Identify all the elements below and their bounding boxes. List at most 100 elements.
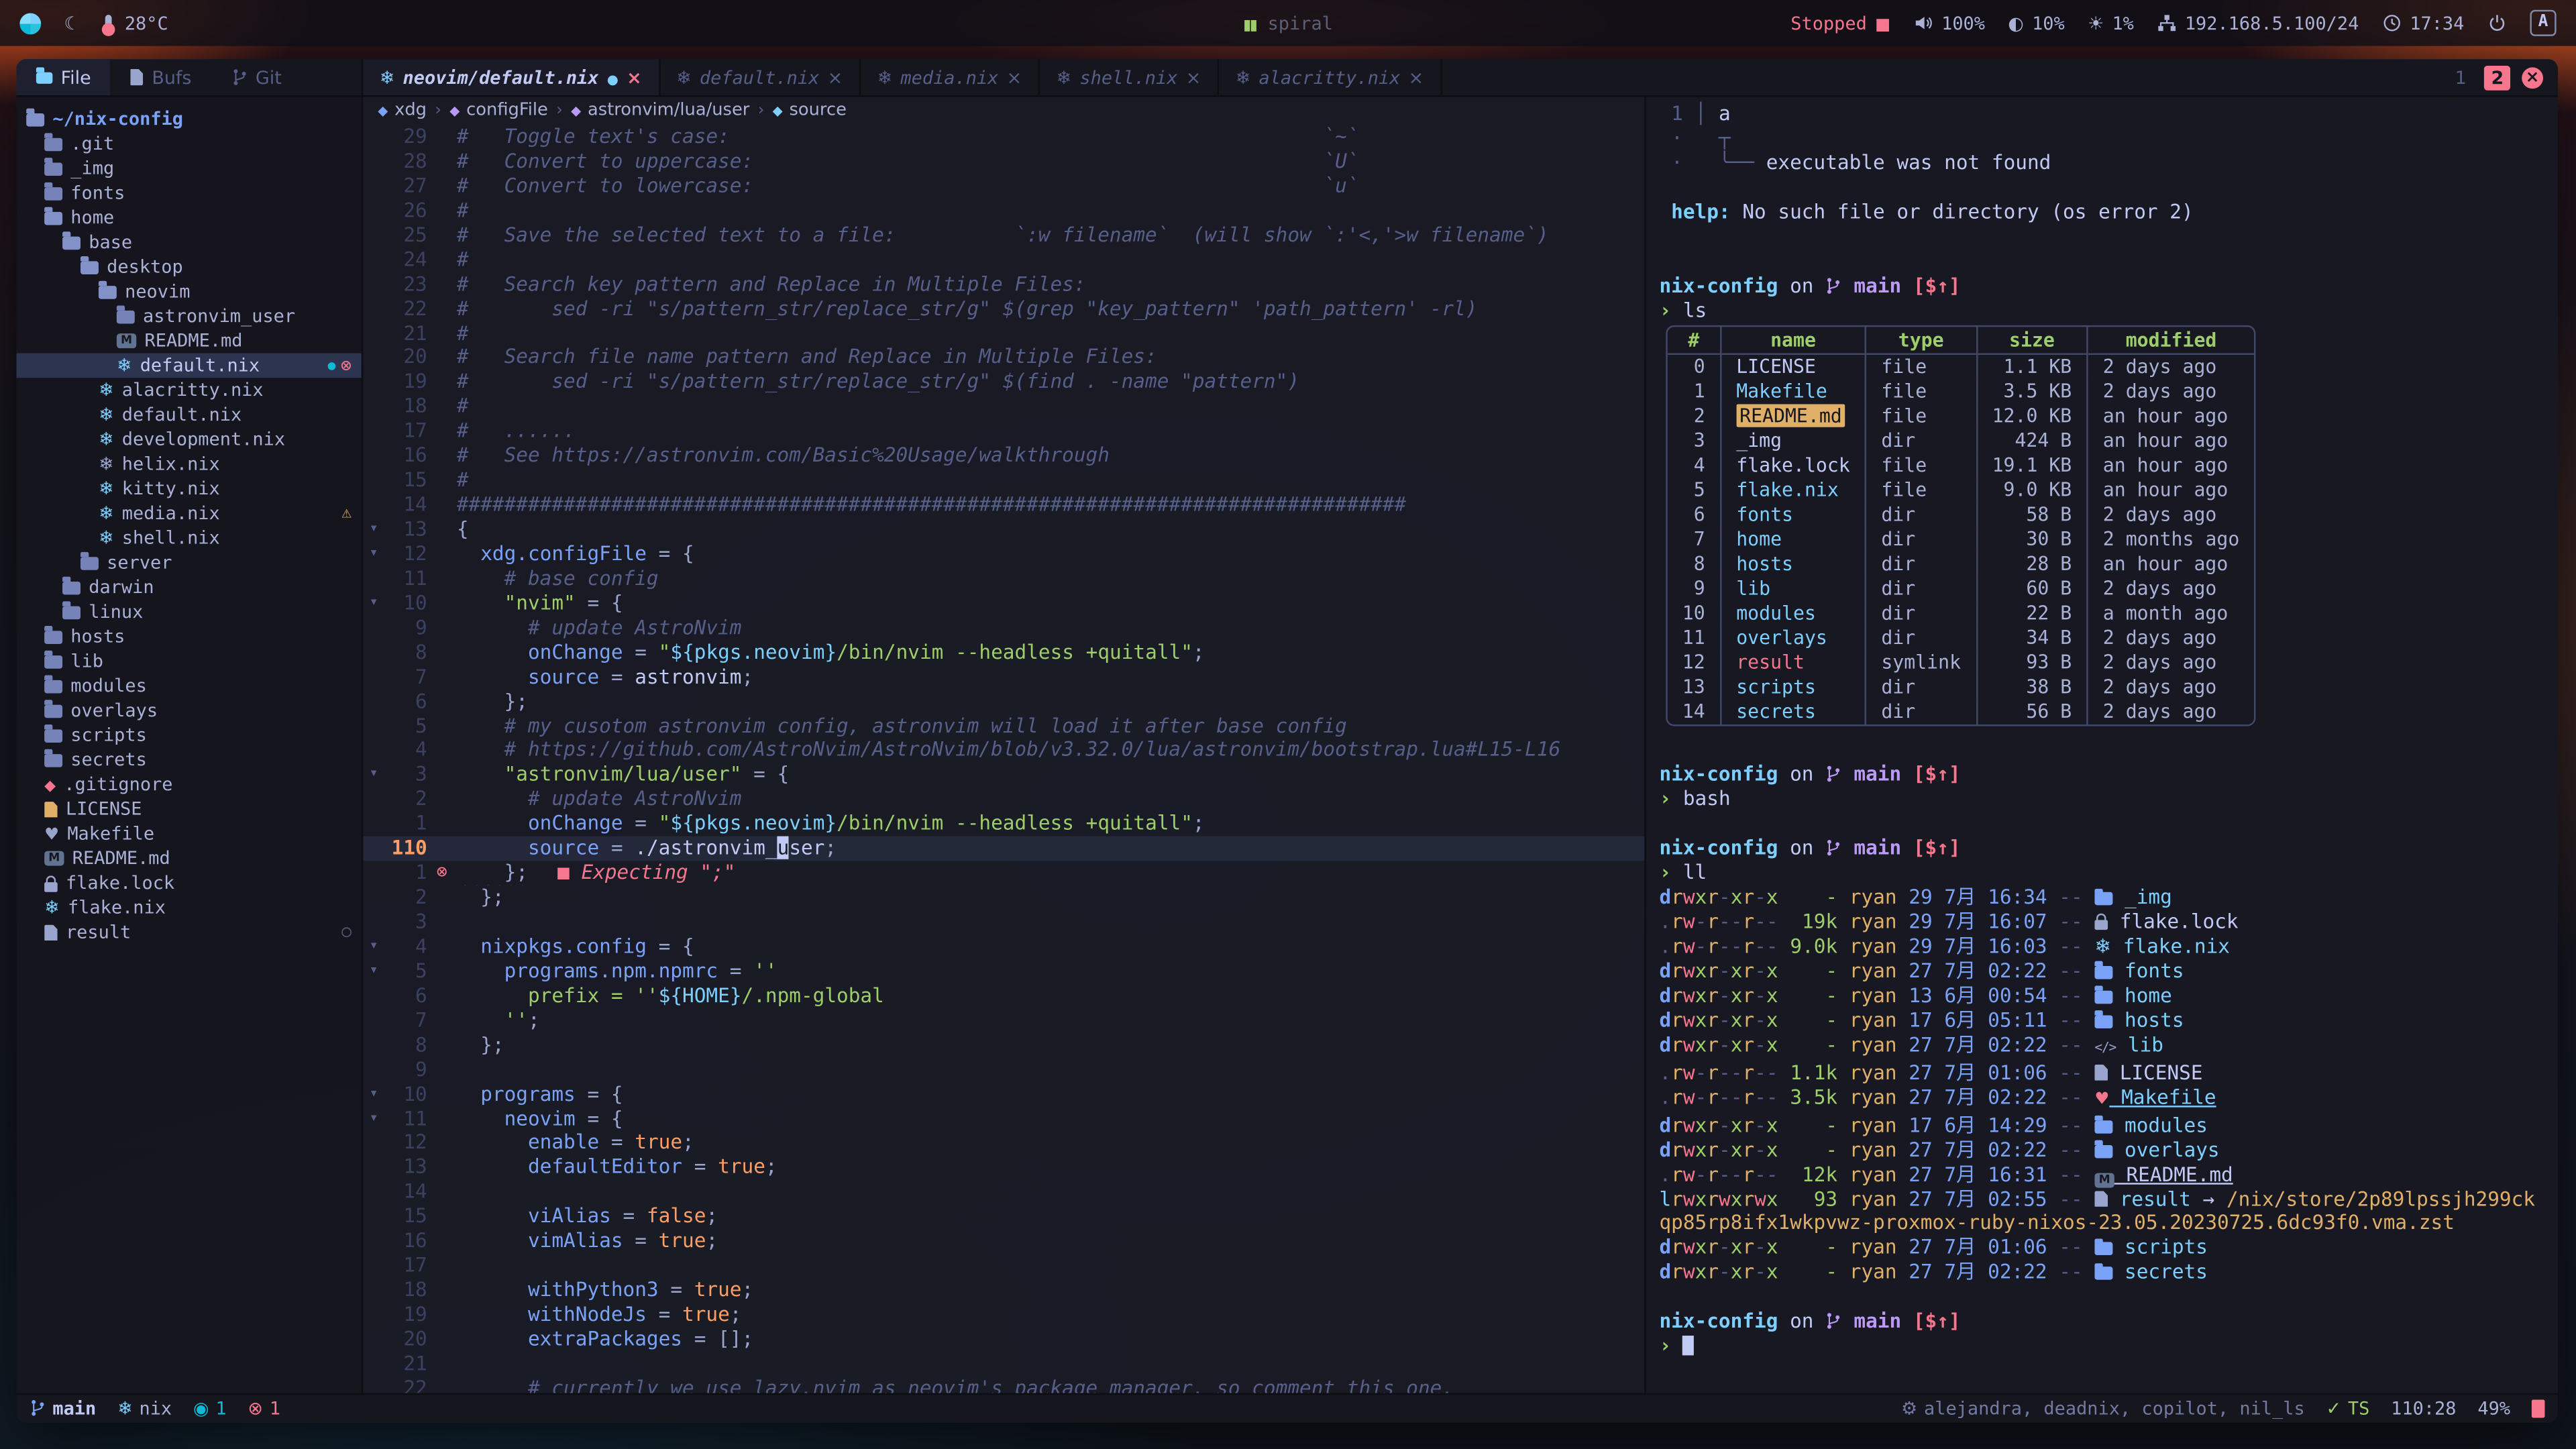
tree-item-readme-md[interactable]: README.md bbox=[16, 846, 361, 871]
tree-item-neovim[interactable]: neovim bbox=[16, 279, 361, 304]
buffer-tab-shell-nix[interactable]: shell.nix bbox=[1040, 59, 1219, 95]
close-icon[interactable] bbox=[828, 66, 843, 88]
breadcrumb-item-xdg[interactable]: ◆xdg bbox=[378, 100, 427, 119]
tree-item-img[interactable]: _img bbox=[16, 156, 361, 181]
code-line[interactable]: ▾13{ bbox=[363, 517, 1644, 542]
code-line[interactable]: 3 bbox=[363, 910, 1644, 935]
code-line[interactable]: ▾3 "astronvim/lua/user" = { bbox=[363, 763, 1644, 788]
fold-indicator[interactable]: ▾ bbox=[363, 1082, 384, 1107]
tree-item-overlays[interactable]: overlays bbox=[16, 698, 361, 723]
code-line[interactable]: 14 bbox=[363, 1180, 1644, 1205]
code-line[interactable]: 2 # update AstroNvim bbox=[363, 788, 1644, 812]
buffer-tab-alacritty-nix[interactable]: alacritty.nix bbox=[1219, 59, 1442, 95]
terminal-command[interactable]: › ls bbox=[1659, 298, 2544, 323]
code-line[interactable]: 9 bbox=[363, 1057, 1644, 1082]
code-line[interactable]: 19# sed -ri "s/pattern_str/replace_str/g… bbox=[363, 370, 1644, 395]
hint-count[interactable]: 1 bbox=[193, 1398, 227, 1419]
code-line[interactable]: 15 viAlias = false; bbox=[363, 1205, 1644, 1230]
code-line[interactable]: 16# See https://astronvim.com/Basic%20Us… bbox=[363, 444, 1644, 469]
tree-item-lib[interactable]: lib bbox=[16, 649, 361, 674]
tree-item-flake-nix[interactable]: flake.nix bbox=[16, 896, 361, 920]
fold-indicator[interactable]: ▾ bbox=[363, 763, 384, 788]
tree-item-default-nix[interactable]: default.nix bbox=[16, 402, 361, 427]
power-button[interactable] bbox=[2487, 13, 2507, 33]
keyboard-layout[interactable]: A bbox=[2530, 10, 2556, 36]
code-line[interactable]: ▾10 "nvim" = { bbox=[363, 591, 1644, 616]
tree-item-media-nix[interactable]: media.nix⚠ bbox=[16, 501, 361, 526]
code-line[interactable]: 17 bbox=[363, 1254, 1644, 1279]
code-line[interactable]: 14######################################… bbox=[363, 493, 1644, 518]
player-status-widget[interactable]: Stopped bbox=[1790, 12, 1890, 34]
code-line[interactable]: 5 # my cusotom astronvim config, astronv… bbox=[363, 714, 1644, 739]
tree-item-makefile[interactable]: Makefile bbox=[16, 821, 361, 846]
tree-item-flake-lock[interactable]: flake.lock bbox=[16, 871, 361, 896]
close-icon[interactable] bbox=[1409, 66, 1424, 88]
tabpage-2[interactable]: 2 bbox=[2485, 65, 2510, 90]
code-line[interactable]: 15# bbox=[363, 468, 1644, 493]
error-count[interactable]: 1 bbox=[248, 1398, 280, 1419]
tree-item-kitty-nix[interactable]: kitty.nix bbox=[16, 476, 361, 501]
code-line[interactable]: 16 vimAlias = true; bbox=[363, 1229, 1644, 1254]
terminal-command[interactable]: › bbox=[1659, 1334, 2544, 1359]
tree-item-darwin[interactable]: darwin bbox=[16, 575, 361, 600]
breadcrumb-item-astronvim-lua-user[interactable]: ◆astronvim/lua/user bbox=[571, 100, 749, 119]
code-line[interactable]: 110 source = ./astronvim_user; bbox=[363, 837, 1644, 861]
code-line[interactable]: 2 }; bbox=[363, 885, 1644, 910]
volume-widget[interactable]: 100% bbox=[1913, 12, 1985, 34]
code-line[interactable]: 29# Toggle text's case: `~` bbox=[363, 125, 1644, 150]
tree-item-base[interactable]: base bbox=[16, 230, 361, 255]
terminal-pane[interactable]: 1 │ a · ┬ · ╰── executable was not found… bbox=[1644, 97, 2558, 1393]
fold-indicator[interactable]: ▾ bbox=[363, 591, 384, 616]
tree-item-alacritty-nix[interactable]: alacritty.nix bbox=[16, 378, 361, 402]
code-line[interactable]: 8 }; bbox=[363, 1033, 1644, 1058]
code-line[interactable]: 6 prefix = ''${HOME}/.npm-global bbox=[363, 983, 1644, 1008]
code-line[interactable]: 9 # update AstroNvim bbox=[363, 616, 1644, 641]
fold-indicator[interactable]: ▾ bbox=[363, 517, 384, 542]
breadcrumb-item-source[interactable]: ◆source bbox=[773, 100, 847, 119]
code-line[interactable]: 26# bbox=[363, 199, 1644, 223]
code-line[interactable]: 18 withPython3 = true; bbox=[363, 1278, 1644, 1303]
tree-item-fonts[interactable]: fonts bbox=[16, 180, 361, 205]
tabline-close-button[interactable] bbox=[2522, 66, 2543, 88]
tree-item-shell-nix[interactable]: shell.nix bbox=[16, 526, 361, 551]
code-line[interactable]: 23# Search key pattern and Replace in Mu… bbox=[363, 272, 1644, 297]
media-widget[interactable]: spiral bbox=[1243, 12, 1333, 34]
close-icon[interactable] bbox=[1007, 66, 1022, 88]
tree-item-scripts[interactable]: scripts bbox=[16, 723, 361, 748]
night-mode-icon[interactable] bbox=[64, 12, 80, 34]
code-line[interactable]: 20# Search file name pattern and Replace… bbox=[363, 345, 1644, 370]
terminal-command[interactable]: › bash bbox=[1659, 788, 2544, 812]
code-line[interactable]: 25# Save the selected text to a file: `:… bbox=[363, 223, 1644, 248]
tree-item-hosts[interactable]: hosts bbox=[16, 625, 361, 649]
tree-item-modules[interactable]: modules bbox=[16, 674, 361, 698]
close-icon[interactable] bbox=[1186, 66, 1201, 88]
code-line[interactable]: 24# bbox=[363, 248, 1644, 272]
tree-item-home[interactable]: home bbox=[16, 205, 361, 230]
code-line[interactable]: 8 onChange = "${pkgs.neovim}/bin/nvim --… bbox=[363, 640, 1644, 665]
code-line[interactable]: 6 }; bbox=[363, 689, 1644, 714]
tree-item-license[interactable]: LICENSE bbox=[16, 797, 361, 822]
tree-item-development-nix[interactable]: development.nix bbox=[16, 427, 361, 452]
fold-indicator[interactable]: ▾ bbox=[363, 1106, 384, 1131]
tree-item-git[interactable]: .git bbox=[16, 131, 361, 156]
code-line[interactable]: 7 source = astronvim; bbox=[363, 665, 1644, 690]
code-line[interactable]: 17# ...... bbox=[363, 419, 1644, 444]
tree-item-result[interactable]: result○ bbox=[16, 920, 361, 945]
code-line[interactable]: 11 # base config bbox=[363, 567, 1644, 592]
terminal-command[interactable]: › ll bbox=[1659, 861, 2544, 885]
tabpage-1[interactable]: 1 bbox=[2449, 65, 2473, 90]
code-line[interactable]: 22# sed -ri "s/pattern_str/replace_str/g… bbox=[363, 297, 1644, 321]
code-line[interactable]: 27# Convert to lowercase: `u` bbox=[363, 174, 1644, 199]
fold-indicator[interactable]: ▾ bbox=[363, 542, 384, 567]
code-line[interactable]: ▾4 nixpkgs.config = { bbox=[363, 934, 1644, 959]
close-icon[interactable]: ⊗ bbox=[341, 355, 352, 376]
buffer-tab-neovim-default-nix[interactable]: neovim/default.nix bbox=[363, 59, 659, 95]
code-line[interactable]: 21# bbox=[363, 321, 1644, 346]
tree-item-gitignore[interactable]: .gitignore bbox=[16, 772, 361, 797]
tree-item-readme-md[interactable]: README.md bbox=[16, 329, 361, 354]
code-line[interactable]: 1⊗ };■ Expecting ";" bbox=[363, 861, 1644, 886]
fold-indicator[interactable]: ▾ bbox=[363, 959, 384, 984]
breadcrumb-item-configfile[interactable]: ◆configFile bbox=[449, 100, 548, 119]
neotree-tab-file[interactable]: File bbox=[16, 59, 111, 95]
code-line[interactable]: 1 onChange = "${pkgs.neovim}/bin/nvim --… bbox=[363, 812, 1644, 837]
